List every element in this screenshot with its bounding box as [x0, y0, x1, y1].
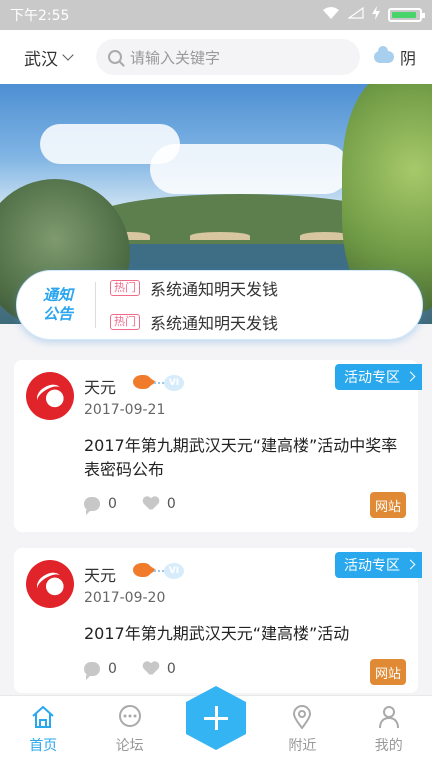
avatar[interactable] [26, 560, 74, 608]
vip-icon: VI [164, 563, 184, 579]
search-input[interactable]: 请输入关键字 [96, 39, 360, 75]
city-selector[interactable]: 武汉 [24, 45, 96, 70]
hot-badge: 热门 [110, 314, 140, 330]
fish-level-icon [133, 375, 156, 389]
search-placeholder: 请输入关键字 [130, 48, 221, 67]
post-title[interactable]: 2017年第九期武汉天元“建高楼”活动中奖率表密码公布 [84, 434, 404, 482]
comment-icon [84, 662, 100, 680]
chevron-right-icon [405, 559, 416, 570]
post-date: 2017-09-20 [84, 590, 166, 606]
city-label: 武汉 [24, 49, 58, 70]
vip-icon: VI [164, 375, 184, 391]
charging-icon [372, 6, 380, 24]
comment-count-value: 0 [108, 661, 117, 677]
header: 武汉 请输入关键字 阴 [0, 30, 432, 84]
activity-zone-tag[interactable]: 活动专区 [335, 364, 422, 390]
heart-icon [143, 662, 159, 676]
notice-logo: 通知 公告 [39, 286, 77, 324]
comment-count[interactable]: 0 [84, 496, 117, 515]
fish-level-icon [133, 563, 156, 577]
heart-icon [143, 497, 159, 511]
hot-badge: 热门 [110, 280, 140, 296]
nav-label: 首页 [29, 738, 58, 754]
notice-item[interactable]: 热门 系统通知明天发钱 [110, 276, 278, 300]
website-badge: 网站 [370, 492, 406, 518]
weather-widget[interactable]: 阴 [373, 45, 416, 69]
divider [95, 282, 96, 328]
status-icons [322, 6, 425, 24]
dots-icon [154, 382, 164, 385]
notice-item[interactable]: 热门 系统通知明天发钱 [110, 310, 278, 334]
nav-label: 附近 [288, 738, 317, 754]
user-name[interactable]: 天元 [84, 562, 116, 586]
post-card[interactable]: 天元 VI 2017-09-21 活动专区 2017年第九期武汉天元“建高楼”活… [14, 360, 422, 532]
location-pin-icon [289, 705, 315, 730]
chevron-right-icon [405, 371, 416, 382]
cloud-icon [373, 46, 394, 63]
home-icon [30, 705, 56, 729]
status-time: 下午2:55 [10, 8, 70, 24]
status-bar: 下午2:55 [0, 0, 432, 30]
chevron-down-icon [62, 49, 74, 61]
comment-count[interactable]: 0 [84, 661, 117, 680]
tag-label: 活动专区 [344, 558, 400, 574]
search-icon [108, 50, 122, 64]
notice-text: 系统通知明天发钱 [150, 314, 279, 333]
like-count[interactable]: 0 [143, 661, 176, 677]
forum-icon [117, 705, 143, 729]
nav-item-nearby[interactable]: 附近 [259, 705, 345, 755]
like-count[interactable]: 0 [143, 496, 176, 512]
like-count-value: 0 [166, 496, 176, 512]
comment-count-value: 0 [108, 496, 117, 512]
notice-logo-line: 通知 [42, 286, 73, 304]
post-stats: 0 0 [84, 661, 176, 680]
dots-icon [154, 570, 164, 573]
post-card[interactable]: 天元 VI 2017-09-20 活动专区 2017年第九期武汉天元“建高楼”活… [14, 548, 422, 693]
post-title[interactable]: 2017年第九期武汉天元“建高楼”活动 [84, 622, 404, 646]
battery-icon [388, 8, 425, 22]
nav-label: 论坛 [115, 738, 144, 754]
notice-logo-line: 公告 [42, 305, 73, 323]
person-icon [376, 705, 402, 729]
website-badge: 网站 [370, 659, 406, 685]
avatar[interactable] [26, 372, 74, 420]
banner-umbrella [190, 232, 250, 240]
signal-icon [347, 6, 364, 23]
user-name[interactable]: 天元 [84, 374, 116, 398]
comment-icon [84, 497, 100, 515]
nav-item-forum[interactable]: 论坛 [86, 705, 172, 755]
like-count-value: 0 [166, 661, 176, 677]
activity-zone-tag[interactable]: 活动专区 [335, 552, 422, 578]
notice-list: 热门 系统通知明天发钱 热门 系统通知明天发钱 [110, 276, 278, 334]
post-date: 2017-09-21 [84, 402, 166, 418]
notice-text: 系统通知明天发钱 [150, 280, 279, 299]
post-stats: 0 0 [84, 496, 176, 515]
nav-item-home[interactable]: 首页 [0, 705, 86, 755]
tag-label: 活动专区 [344, 370, 400, 386]
plus-icon [214, 706, 218, 730]
weather-label: 阴 [399, 49, 416, 68]
nav-label: 我的 [374, 738, 403, 754]
nav-item-me[interactable]: 我的 [346, 705, 432, 755]
notice-card[interactable]: 通知 公告 热门 系统通知明天发钱 热门 系统通知明天发钱 [16, 270, 423, 340]
wifi-icon [322, 6, 340, 24]
banner-cloud [150, 144, 350, 194]
